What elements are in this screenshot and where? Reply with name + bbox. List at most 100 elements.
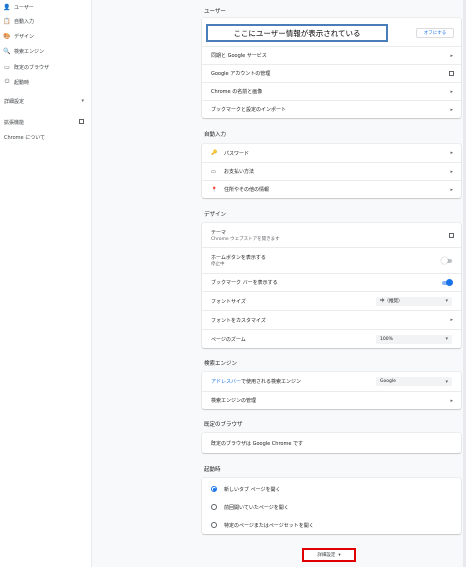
external-link-icon (449, 232, 454, 238)
bookmarks-bar-label: ブックマーク バーを表示する (211, 280, 278, 286)
turn-off-sync-button[interactable]: オフにする (416, 28, 454, 38)
payment-methods-row[interactable]: ▭ お支払い方法 ▸ (202, 162, 461, 180)
addresses-row[interactable]: 📍 住所やその他の情報 ▸ (202, 180, 461, 198)
bookmarks-bar-row[interactable]: ブックマーク バーを表示する (202, 273, 461, 291)
advanced-button-label: 詳細設定 (317, 553, 336, 558)
theme-label: テーマ (211, 229, 227, 236)
default-browser-card: 既定のブラウザは Google Chrome です (202, 433, 461, 453)
sync-row[interactable]: 同期と Google サービス ▸ (202, 46, 461, 64)
search-engine-select[interactable]: Google (376, 377, 452, 386)
manage-search-engines-row[interactable]: 検索エンジンの管理 ▸ (202, 391, 461, 409)
sidebar-about[interactable]: Chrome について (4, 134, 45, 141)
chevron-down-icon: ▾ (338, 552, 341, 558)
sidebar-item-appearance[interactable]: 🎨 デザイン (3, 31, 35, 41)
chevron-right-icon: ▸ (450, 168, 453, 175)
startup-section-title: 起動時 (204, 467, 221, 473)
startup-option-new-tab[interactable]: 新しいタブ ページを開く (202, 480, 461, 498)
home-button-label: ホームボタンを表示する (211, 255, 266, 261)
sidebar-item-label: 既定のブラウザ (14, 64, 50, 71)
chevron-right-icon: ▸ (450, 52, 453, 59)
startup-option-specific-pages[interactable]: 特定のページまたはページセットを開く (202, 516, 461, 534)
clipboard-icon: 📋 (3, 17, 11, 25)
sidebar-item-label: デザイン (14, 33, 35, 40)
page-zoom-label: ページのズーム (211, 336, 246, 343)
sidebar-advanced[interactable]: 詳細設定 ▾ (4, 98, 84, 105)
home-button-toggle[interactable] (441, 257, 452, 264)
manage-account-row[interactable]: Google アカウントの管理 (202, 64, 461, 82)
palette-icon: 🎨 (3, 32, 11, 40)
external-link-icon (79, 119, 84, 124)
home-button-sub: 停止中 (211, 262, 225, 267)
sidebar-item-label: 検索エンジン (14, 48, 45, 55)
chevron-right-icon: ▸ (450, 397, 453, 404)
sidebar-extensions[interactable]: 拡張機能 (4, 119, 84, 126)
appearance-card: テーマ Chrome ウェブストアを開きます ホームボタンを表示する 停止中 ブ… (202, 223, 461, 348)
theme-row[interactable]: テーマ Chrome ウェブストアを開きます (202, 223, 461, 247)
people-section-title: ユーザー (204, 9, 226, 15)
font-size-label: フォントサイズ (211, 298, 246, 305)
passwords-row[interactable]: 🔑 パスワード ▸ (202, 144, 461, 162)
sidebar-advanced-label: 詳細設定 (4, 99, 25, 105)
sidebar-extensions-label: 拡張機能 (4, 120, 25, 126)
chevron-down-icon: ▾ (81, 98, 84, 104)
name-image-row[interactable]: Chrome の名前と画像 ▸ (202, 82, 461, 100)
radio-unselected[interactable] (211, 522, 217, 528)
row-label: お支払い方法 (224, 169, 255, 175)
chevron-right-icon: ▸ (450, 88, 453, 95)
startup-option-continue[interactable]: 前回開いていたページを開く (202, 498, 461, 516)
customize-fonts-label: フォントをカスタマイズ (211, 317, 266, 324)
bookmarks-bar-toggle[interactable] (442, 279, 453, 286)
key-icon: 🔑 (211, 150, 218, 156)
sidebar-item-label: 起動時 (14, 79, 30, 86)
row-label: ブックマークと設定のインポート (211, 107, 287, 113)
customize-fonts-row[interactable]: フォントをカスタマイズ ▸ (202, 310, 461, 329)
startup-option-label: 新しいタブ ページを開く (224, 486, 281, 493)
search-engine-label: で使用される検索エンジン (241, 379, 302, 385)
autofill-section-title: 自動入力 (204, 132, 227, 138)
sidebar-item-search[interactable]: 🔍 検索エンジン (3, 46, 45, 56)
location-icon: 📍 (211, 186, 218, 193)
sidebar-about-label: Chrome について (4, 135, 46, 141)
default-browser-section-title: 既定のブラウザ (204, 422, 243, 428)
external-link-icon (449, 71, 454, 76)
default-browser-row: 既定のブラウザは Google Chrome です (202, 433, 461, 453)
autofill-card: 🔑 パスワード ▸ ▭ お支払い方法 ▸ 📍 住所やその他の情報 ▸ (202, 144, 461, 198)
search-icon: 🔍 (3, 47, 11, 55)
startup-option-label: 前回開いていたページを開く (224, 504, 289, 511)
sidebar-item-autofill[interactable]: 📋 自動入力 (3, 16, 35, 26)
row-label: 同期と Google サービス (211, 53, 267, 59)
search-section-title: 検索エンジン (204, 361, 238, 367)
default-browser-text: 既定のブラウザは Google Chrome です (211, 440, 304, 447)
chevron-right-icon: ▸ (450, 106, 453, 113)
font-size-row: フォントサイズ 中（推奨） (202, 291, 461, 310)
row-label: Chrome の名前と画像 (211, 89, 263, 95)
sidebar-item-label: 自動入力 (14, 18, 35, 25)
radio-selected[interactable] (211, 486, 217, 492)
advanced-settings-button[interactable]: 詳細設定 ▾ (302, 548, 356, 562)
chevron-right-icon: ▸ (450, 186, 453, 193)
address-bar-link[interactable]: アドレスバー (211, 378, 241, 385)
user-info-callout: ここにユーザー情報が表示されている (206, 24, 388, 42)
card-icon: ▭ (211, 168, 216, 175)
row-label: Google アカウントの管理 (211, 71, 271, 77)
import-row[interactable]: ブックマークと設定のインポート ▸ (202, 100, 461, 118)
manage-search-engines-label: 検索エンジンの管理 (211, 398, 257, 404)
chevron-right-icon: ▸ (450, 150, 453, 156)
row-label: 住所やその他の情報 (224, 187, 270, 193)
person-icon: 👤 (3, 3, 11, 11)
sidebar-item-default-browser[interactable]: ▭ 既定のブラウザ (4, 62, 49, 72)
page-zoom-select[interactable]: 100% (376, 334, 452, 344)
home-button-row[interactable]: ホームボタンを表示する 停止中 (202, 247, 461, 273)
search-card: アドレスバー で使用される検索エンジン Google 検索エンジンの管理 ▸ (202, 372, 461, 409)
page-zoom-row: ページのズーム 100% (202, 329, 461, 348)
sidebar-item-people[interactable]: 👤 ユーザー (3, 2, 34, 12)
sidebar-item-label: ユーザー (14, 4, 34, 11)
power-icon: ⏻ (4, 78, 10, 85)
callout-text: ここにユーザー情報が表示されている (233, 28, 361, 38)
sidebar-item-startup[interactable]: ⏻ 起動時 (4, 77, 29, 87)
theme-sub: Chrome ウェブストアを開きます (211, 236, 280, 242)
startup-option-label: 特定のページまたはページセットを開く (224, 522, 314, 529)
font-size-select[interactable]: 中（推奨） (376, 296, 452, 306)
startup-card: 新しいタブ ページを開く 前回開いていたページを開く 特定のページまたはページセ… (202, 478, 461, 534)
radio-unselected[interactable] (211, 504, 217, 510)
